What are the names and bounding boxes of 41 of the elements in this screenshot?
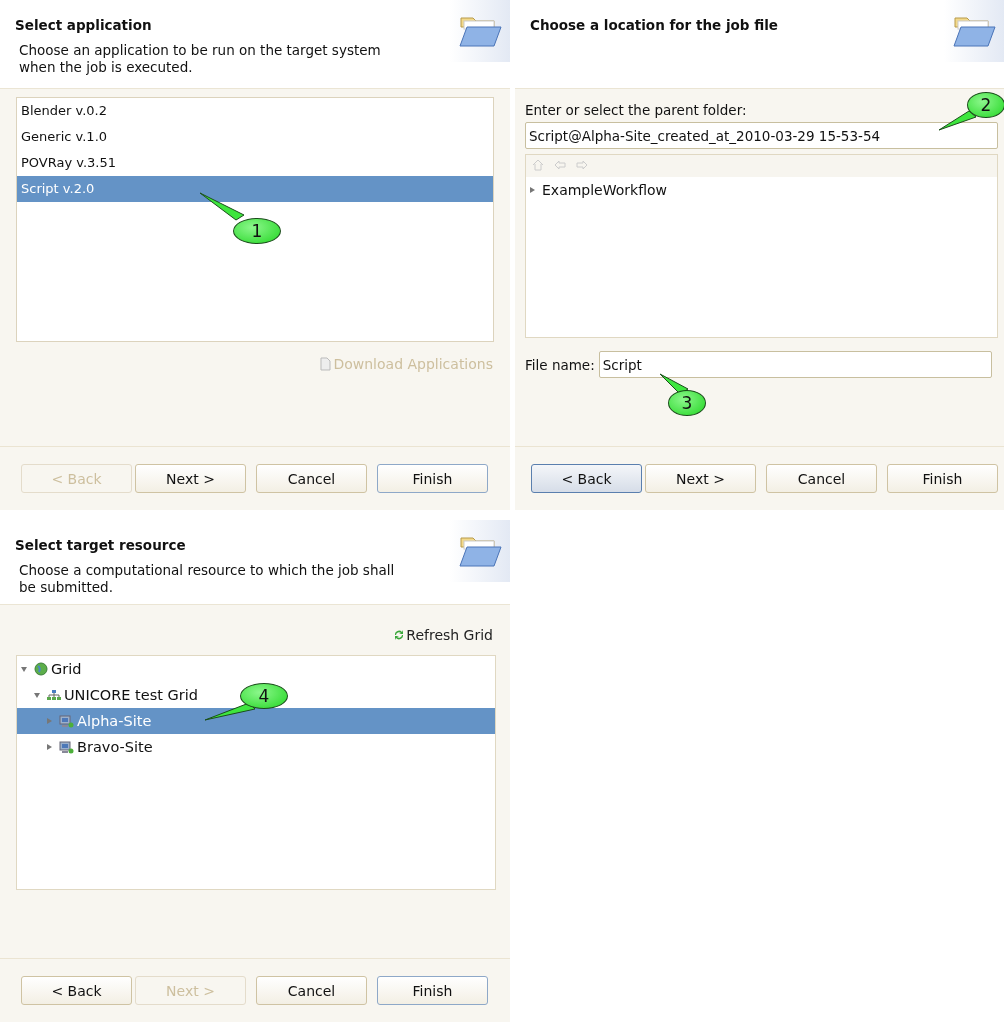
wizard-button[interactable]: Cancel	[766, 464, 877, 493]
home-icon[interactable]	[532, 159, 544, 171]
wizard-button[interactable]: Finish	[887, 464, 998, 493]
tree-item[interactable]: Grid	[17, 656, 495, 682]
folder-icon	[458, 534, 502, 568]
field-label: Enter or select the parent folder:	[525, 102, 747, 118]
globe-icon	[34, 662, 48, 676]
wizard-button[interactable]: Next >	[645, 464, 756, 493]
wizard-button[interactable]: Cancel	[256, 976, 367, 1005]
forward-arrow-icon[interactable]	[576, 159, 588, 171]
back-arrow-icon[interactable]	[554, 159, 566, 171]
tree-item[interactable]: ExampleWorkflow	[526, 177, 997, 203]
wizard-button[interactable]: < Back	[531, 464, 642, 493]
refresh-icon	[393, 629, 406, 641]
folder-icon	[458, 14, 502, 48]
callout: 3	[668, 390, 706, 416]
page-title: Choose a location for the job file	[530, 17, 778, 33]
page-title: Select target resource	[15, 537, 187, 553]
wizard-button[interactable]: Finish	[377, 976, 488, 1005]
application-item[interactable]: POVRay v.3.51	[17, 150, 493, 176]
application-item[interactable]: Blender v.0.2	[17, 98, 493, 124]
wizard-button[interactable]: Cancel	[256, 464, 367, 493]
application-item[interactable]: Generic v.1.0	[17, 124, 493, 150]
computer-icon	[59, 740, 74, 754]
network-icon	[47, 689, 61, 701]
wizard-button[interactable]: Finish	[377, 464, 488, 493]
refresh-link[interactable]: Refresh Grid	[393, 627, 493, 643]
wizard-button[interactable]: < Back	[21, 976, 132, 1005]
callout: 2	[967, 92, 1004, 118]
wizard-button[interactable]: Next >	[135, 464, 246, 493]
callout-pointer	[937, 108, 979, 133]
field-label: File name:	[525, 356, 595, 373]
tree-item[interactable]: Bravo-Site	[17, 734, 495, 760]
page-description: Choose a computational resource to which the job shall be submitted.	[19, 562, 396, 596]
computer-icon	[59, 714, 74, 728]
page-description: Choose an application to be run on the target system when the job is executed.	[19, 42, 382, 76]
folder-icon	[952, 14, 996, 48]
file-name-field[interactable]: Script	[598, 351, 992, 378]
folder-field[interactable]: Script@Alpha-Site_created_at_2010-03-29 15-53-54	[525, 122, 998, 149]
document-icon	[319, 357, 333, 371]
page-title: Select application	[15, 17, 153, 33]
